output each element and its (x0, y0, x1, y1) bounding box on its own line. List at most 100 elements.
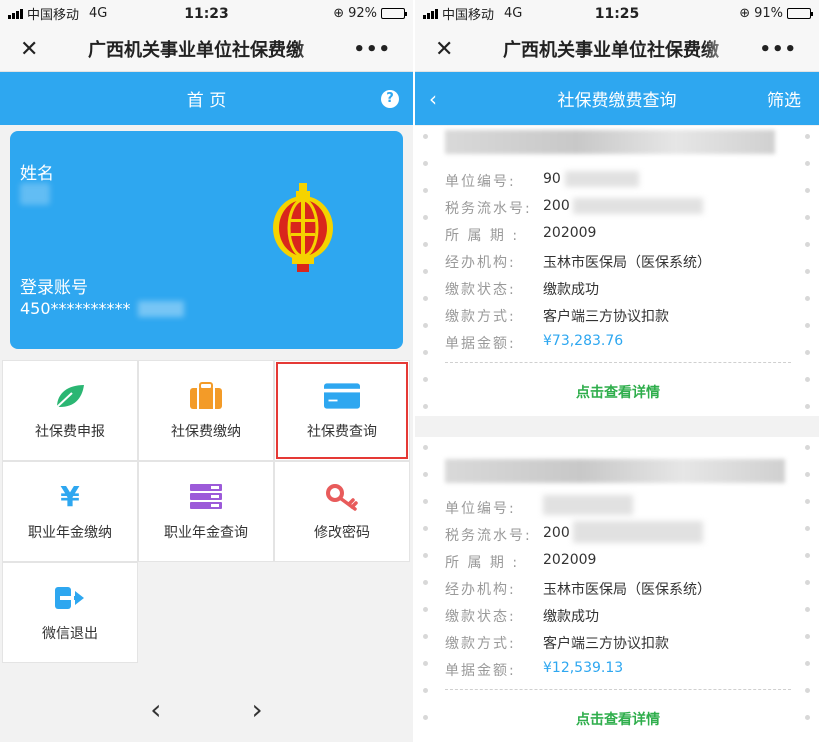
view-detail-link[interactable]: 点击查看详情 (415, 709, 819, 729)
perforation-dot (805, 323, 810, 328)
status-time: 11:23 (184, 5, 229, 22)
menu-item-label: 社保费申报 (35, 423, 105, 440)
method-row: 缴款方式: 客户端三方协议扣款 (445, 306, 669, 326)
perforation-dot (423, 404, 428, 409)
menu-item-label: 修改密码 (314, 524, 370, 541)
record-title-blurred (445, 130, 775, 154)
account-value-blurred (138, 301, 184, 317)
carrier: 中国移动 4G (423, 4, 522, 23)
agency-row: 经办机构: 玉林市医保局（医保系统） (445, 579, 711, 599)
view-detail-link[interactable]: 点击查看详情 (415, 382, 819, 402)
record-title-blurred (445, 459, 785, 483)
battery-status: ⊕ 92% (333, 6, 407, 21)
menu-item-annuity-pay[interactable]: ¥ 职业年金缴纳 (2, 461, 138, 562)
menu-item-annuity-query[interactable]: 职业年金查询 (138, 461, 274, 562)
card-icon (324, 381, 360, 411)
field-label: 缴款状态: (445, 609, 516, 625)
agency-row: 经办机构: 玉林市医保局（医保系统） (445, 252, 711, 272)
status-time: 11:25 (594, 5, 640, 22)
perforation-dot (423, 661, 428, 666)
name-value-blurred (20, 183, 50, 205)
field-label: 缴款状态: (445, 282, 516, 298)
close-icon[interactable]: ✕ (20, 37, 44, 62)
perforation-dot (805, 634, 810, 639)
filter-button[interactable]: 筛选 (767, 86, 801, 111)
rotation-lock-icon: ⊕ (333, 6, 345, 21)
perforation-dot (423, 499, 428, 504)
field-label: 单据金额: (445, 336, 516, 352)
status-value: 缴款成功 (543, 609, 599, 625)
menu-item-declare[interactable]: 社保费申报 (2, 360, 138, 461)
unit-no-row: 单位编号: 90 (445, 171, 561, 191)
prev-page-button[interactable]: ‹ (150, 693, 161, 726)
wechat-navbar: ✕ 广西机关事业单位社保费缴 ••• (415, 27, 819, 72)
menu-item-pay[interactable]: 社保费缴纳 (138, 360, 274, 461)
perforation-dot (423, 296, 428, 301)
period-row: 所 属 期 : 202009 (445, 225, 596, 245)
status-bar: 中国移动 4G 11:23 ⊕ 92% (0, 0, 413, 27)
perforation-dot (805, 134, 810, 139)
field-label: 所 属 期 : (445, 228, 520, 244)
menu-item-change-password[interactable]: 修改密码 (274, 461, 410, 562)
perforation-dot (423, 688, 428, 693)
account-label: 登录账号 (20, 278, 88, 298)
page-navigator: ‹ › (0, 676, 413, 742)
perforation-dot (423, 350, 428, 355)
amount-row: 单据金额: ¥73,283.76 (445, 333, 623, 353)
perforation-dot (805, 688, 810, 693)
perforation-dot (805, 445, 810, 450)
menu-item-label: 职业年金缴纳 (28, 524, 112, 541)
agency-value: 玉林市医保局（医保系统） (543, 582, 711, 598)
yuan-icon: ¥ (60, 480, 80, 513)
serial-no-blurred (573, 521, 703, 543)
record-card: 单位编号: 税务流水号: 200 所 属 期 : 202009 经办机构: 玉林市医保… (415, 437, 819, 742)
perforation-dot (805, 269, 810, 274)
next-page-button[interactable]: › (252, 693, 263, 726)
more-menu-icon[interactable]: ••• (353, 39, 391, 60)
menu-item-logout[interactable]: 微信退出 (2, 562, 138, 663)
perforation-dot (805, 404, 810, 409)
help-icon[interactable]: ? (381, 89, 399, 108)
perforation-dot (805, 350, 810, 355)
back-button[interactable]: ‹ (429, 87, 437, 111)
briefcase-icon (188, 381, 224, 411)
period-row: 所 属 期 : 202009 (445, 552, 596, 572)
battery-percent: 91% (754, 6, 783, 21)
serial-no-value: 200 (543, 198, 570, 214)
perforation-dot (805, 499, 810, 504)
serial-no-row: 税务流水号: 200 (445, 198, 570, 218)
close-icon[interactable]: ✕ (435, 37, 459, 62)
carrier-name: 中国移动 (442, 8, 495, 23)
field-label: 经办机构: (445, 255, 516, 271)
more-menu-icon[interactable]: ••• (759, 39, 797, 60)
battery-icon (381, 8, 407, 19)
page-title: 社保费缴费查询 (557, 91, 677, 111)
agency-value: 玉林市医保局（医保系统） (543, 255, 711, 271)
list-icon (188, 482, 224, 512)
field-label: 税务流水号: (445, 528, 532, 544)
tax-emblem-icon (273, 183, 333, 272)
field-label: 缴款方式: (445, 636, 516, 652)
perforation-dot (423, 607, 428, 612)
unit-no-blurred (565, 171, 639, 187)
navbar-title: 广西机关事业单位社保费缴 (503, 40, 719, 61)
status-value: 缴款成功 (543, 282, 599, 298)
method-value: 客户端三方协议扣款 (543, 636, 669, 652)
divider (445, 362, 791, 363)
unit-no-value: 90 (543, 171, 561, 187)
field-label: 所 属 期 : (445, 555, 520, 571)
perforation-dot (805, 553, 810, 558)
field-label: 单位编号: (445, 501, 516, 517)
dots-right (805, 126, 813, 416)
serial-no-row: 税务流水号: 200 (445, 525, 570, 545)
perforation-dot (423, 269, 428, 274)
perforation-dot (423, 188, 428, 193)
field-label: 单位编号: (445, 174, 516, 190)
serial-no-blurred (573, 198, 703, 214)
rotation-lock-icon: ⊕ (739, 6, 751, 21)
carrier-name: 中国移动 (27, 8, 80, 23)
menu-item-query[interactable]: 社保费查询 (274, 360, 410, 461)
record-card: 单位编号: 90 税务流水号: 200 所 属 期 : 202009 经办机构: 玉林市… (415, 126, 819, 416)
amount-value: ¥12,539.13 (543, 660, 624, 676)
menu-item-label: 微信退出 (42, 625, 98, 642)
